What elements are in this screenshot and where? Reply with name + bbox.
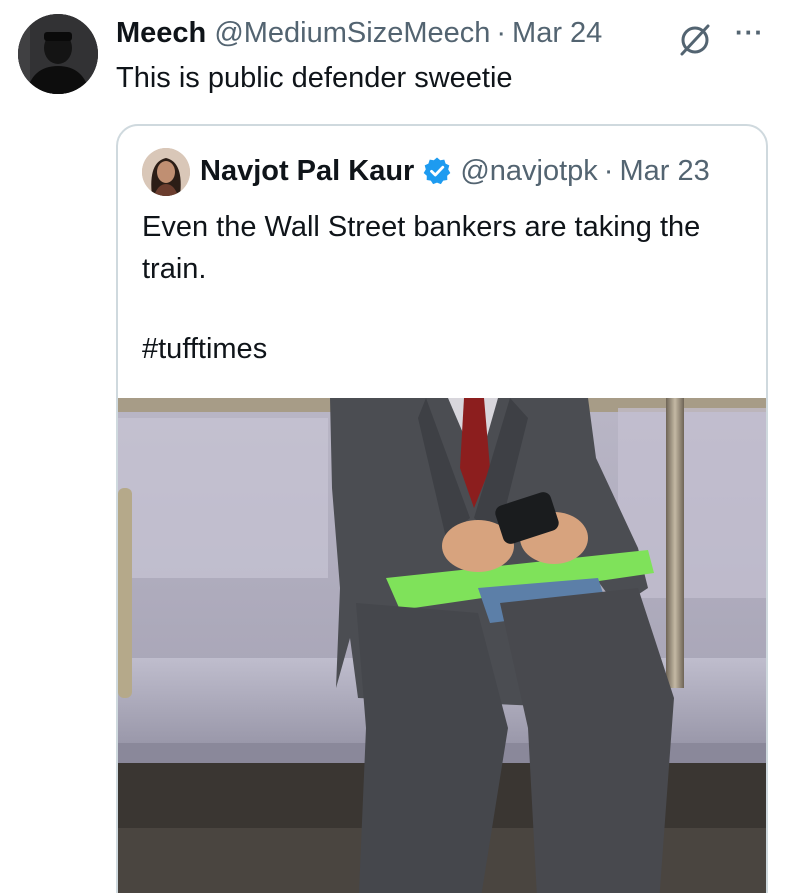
avatar-photo-icon bbox=[142, 148, 190, 196]
avatar-photo-icon bbox=[18, 14, 98, 94]
author-handle[interactable]: @MediumSizeMeech bbox=[214, 17, 490, 49]
no-sign-icon[interactable] bbox=[676, 20, 714, 58]
hashtag-link[interactable]: #tufftimes bbox=[142, 328, 267, 370]
verified-badge-icon bbox=[424, 157, 451, 185]
quoted-tweet-date[interactable]: Mar 23 bbox=[619, 152, 709, 190]
header-separator: · bbox=[496, 17, 507, 49]
quoted-header-separator: · bbox=[603, 155, 614, 187]
more-options-icon[interactable]: ··· bbox=[735, 19, 769, 52]
quoted-author-handle[interactable]: @navjotpk bbox=[460, 152, 597, 190]
subway-photo-icon[interactable] bbox=[118, 398, 768, 893]
quoted-author-name[interactable]: Navjot Pal Kaur bbox=[200, 152, 414, 190]
quoted-tweet-text: Even the Wall Street bankers are taking … bbox=[142, 211, 701, 285]
author-name[interactable]: Meech bbox=[116, 17, 206, 49]
tweet-date[interactable]: Mar 24 bbox=[512, 17, 602, 49]
author-avatar[interactable] bbox=[18, 14, 98, 94]
quoted-tweet-card[interactable]: Navjot Pal Kaur @navjotpk · Mar 23 Even th… bbox=[116, 124, 768, 893]
quoted-tweet-header: Navjot Pal Kaur @navjotpk · Mar 23 bbox=[200, 152, 710, 190]
tweet-text: This is public defender sweetie bbox=[116, 62, 513, 94]
tweet-header: Meech @MediumSizeMeech · Mar 24 bbox=[116, 14, 602, 52]
quoted-author-avatar[interactable] bbox=[142, 148, 190, 196]
tweet-screenshot: Meech @MediumSizeMeech · Mar 24 ··· This i… bbox=[0, 0, 800, 893]
